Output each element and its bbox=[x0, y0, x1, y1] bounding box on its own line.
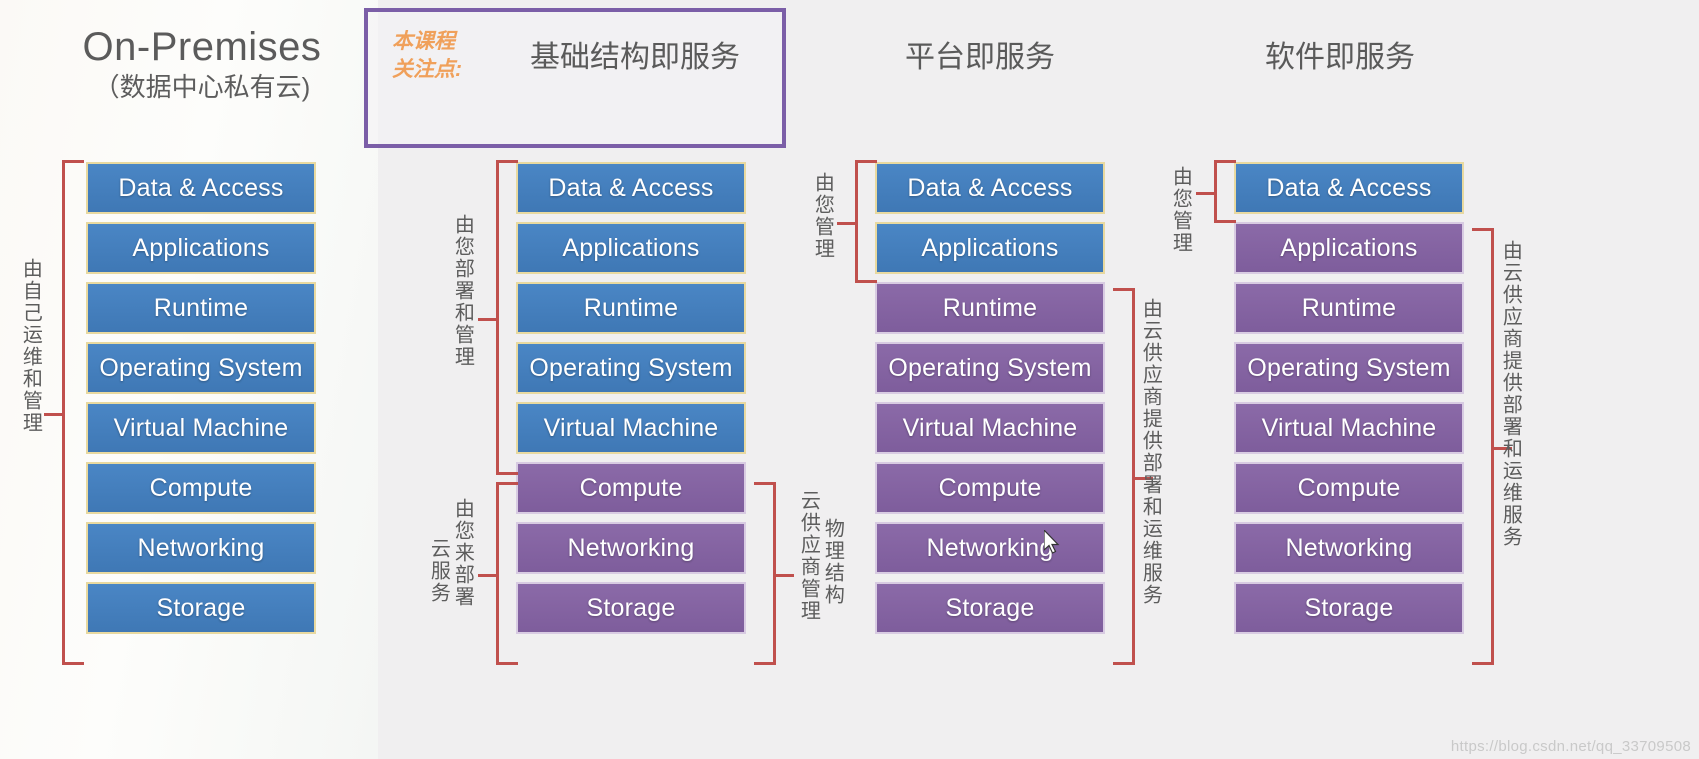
layer-box[interactable]: Applications bbox=[1234, 222, 1464, 274]
layer-box[interactable]: Operating System bbox=[86, 342, 316, 394]
column-header-on-premises: On-Premises （数据中心私有云) bbox=[62, 26, 342, 107]
layer-box[interactable]: Compute bbox=[516, 462, 746, 514]
column-header-saas: 软件即服务 bbox=[1205, 32, 1475, 76]
layer-box[interactable]: Networking bbox=[86, 522, 316, 574]
layer-box[interactable]: Runtime bbox=[875, 282, 1105, 334]
label-iaas-provider-line2: 物理结构 bbox=[821, 518, 846, 606]
on-premises-title-cn: （数据中心私有云) bbox=[93, 72, 311, 102]
bracket-on-premises-all bbox=[44, 160, 84, 665]
label-iaas-provider-line1: 云供应商管理 bbox=[797, 490, 822, 622]
label-iaas-deploy-line2: 云服务 bbox=[427, 538, 452, 604]
bracket-saas-customer bbox=[1196, 160, 1236, 223]
bracket-iaas-cloud-deploy bbox=[478, 482, 518, 665]
stack-on-premises: Data & Access Applications Runtime Opera… bbox=[86, 162, 316, 642]
stack-iaas: Data & Access Applications Runtime Opera… bbox=[516, 162, 746, 642]
bracket-paas-provider bbox=[1113, 288, 1153, 665]
bracket-saas-provider bbox=[1472, 228, 1512, 665]
layer-box[interactable]: Data & Access bbox=[1234, 162, 1464, 214]
layer-box[interactable]: Storage bbox=[1234, 582, 1464, 634]
layer-box[interactable]: Virtual Machine bbox=[516, 402, 746, 454]
layer-box[interactable]: Operating System bbox=[875, 342, 1105, 394]
column-header-iaas: 基础结构即服务 bbox=[500, 32, 770, 76]
label-paas-customer-responsibility: 由您管理 bbox=[811, 172, 836, 260]
label-on-premises-responsibility: 由自己运维和管理 bbox=[19, 258, 44, 434]
label-saas-provider-responsibility: 由云供应商提供部署和运维服务 bbox=[1499, 240, 1524, 548]
layer-box[interactable]: Applications bbox=[875, 222, 1105, 274]
layer-box[interactable]: Compute bbox=[86, 462, 316, 514]
bracket-paas-customer bbox=[837, 160, 877, 283]
layer-box[interactable]: Data & Access bbox=[875, 162, 1105, 214]
label-saas-customer-responsibility: 由您管理 bbox=[1169, 166, 1194, 254]
course-focus-annotation: 本课程 关注点: bbox=[392, 30, 462, 82]
layer-box[interactable]: Compute bbox=[1234, 462, 1464, 514]
layer-box[interactable]: Applications bbox=[86, 222, 316, 274]
watermark-url: https://blog.csdn.net/qq_33709508 bbox=[1450, 738, 1691, 755]
layer-box[interactable]: Runtime bbox=[1234, 282, 1464, 334]
bracket-iaas-provider-physical bbox=[754, 482, 794, 665]
layer-box[interactable]: Operating System bbox=[516, 342, 746, 394]
layer-box[interactable]: Storage bbox=[875, 582, 1105, 634]
layer-box[interactable]: Storage bbox=[516, 582, 746, 634]
layer-box[interactable]: Data & Access bbox=[86, 162, 316, 214]
layer-box[interactable]: Runtime bbox=[516, 282, 746, 334]
paas-title-cn: 平台即服务 bbox=[905, 41, 1055, 74]
saas-title-cn: 软件即服务 bbox=[1265, 41, 1415, 74]
layer-box[interactable]: Networking bbox=[875, 522, 1105, 574]
layer-box[interactable]: Storage bbox=[86, 582, 316, 634]
label-iaas-customer-responsibility: 由您部署和管理 bbox=[451, 214, 476, 368]
stack-paas: Data & Access Applications Runtime Opera… bbox=[875, 162, 1105, 642]
layer-box[interactable]: Networking bbox=[1234, 522, 1464, 574]
label-iaas-deploy-line1: 由您来部署 bbox=[451, 498, 476, 608]
layer-box[interactable]: Virtual Machine bbox=[1234, 402, 1464, 454]
layer-box[interactable]: Virtual Machine bbox=[875, 402, 1105, 454]
layer-box[interactable]: Networking bbox=[516, 522, 746, 574]
layer-box[interactable]: Operating System bbox=[1234, 342, 1464, 394]
layer-box[interactable]: Data & Access bbox=[516, 162, 746, 214]
layer-box[interactable]: Compute bbox=[875, 462, 1105, 514]
layer-box[interactable]: Virtual Machine bbox=[86, 402, 316, 454]
stack-saas: Data & Access Applications Runtime Opera… bbox=[1234, 162, 1464, 642]
on-premises-title-en: On-Premises bbox=[82, 25, 322, 69]
label-paas-provider-responsibility: 由云供应商提供部署和运维服务 bbox=[1139, 298, 1164, 606]
column-header-paas: 平台即服务 bbox=[845, 32, 1115, 76]
diagram-canvas: On-Premises （数据中心私有云) 本课程 关注点: 基础结构即服务 平… bbox=[0, 0, 1699, 759]
layer-box[interactable]: Runtime bbox=[86, 282, 316, 334]
bracket-iaas-customer bbox=[478, 160, 518, 475]
iaas-title-cn: 基础结构即服务 bbox=[530, 41, 740, 74]
mouse-cursor-icon bbox=[1044, 530, 1060, 554]
layer-box[interactable]: Applications bbox=[516, 222, 746, 274]
